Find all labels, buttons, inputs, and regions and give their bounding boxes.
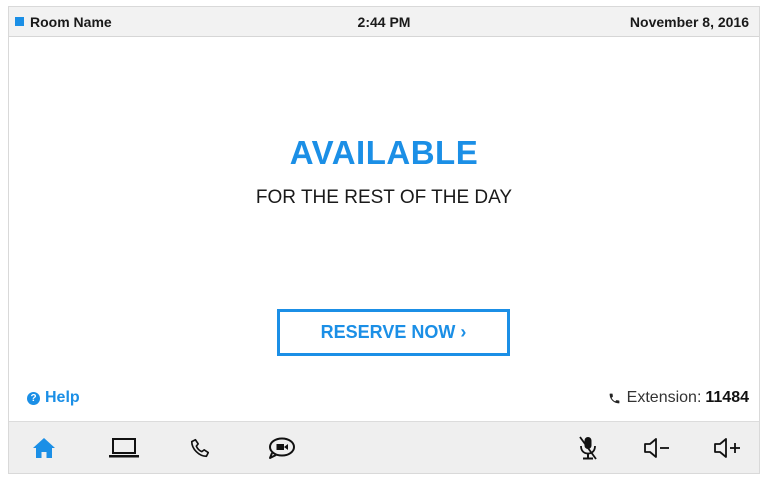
volume-up-button[interactable] <box>703 422 753 474</box>
reserve-now-button[interactable]: RESERVE NOW › <box>277 309 510 356</box>
microphone-mute-button[interactable] <box>563 422 613 474</box>
help-link[interactable]: ? Help <box>27 389 80 407</box>
phone-small-icon <box>608 392 621 405</box>
availability-detail: FOR THE REST OF THE DAY <box>255 187 513 208</box>
bottom-toolbar <box>9 421 759 473</box>
room-panel: Room Name 2:44 PM November 8, 2016 AVAIL… <box>8 6 760 474</box>
status-bar: Room Name 2:44 PM November 8, 2016 <box>9 7 759 37</box>
main-content: AVAILABLE FOR THE REST OF THE DAY RESERV… <box>9 37 759 419</box>
volume-down-icon <box>644 438 669 458</box>
availability-status: AVAILABLE <box>289 134 479 171</box>
phone-icon <box>190 438 210 458</box>
video-chat-button[interactable] <box>257 422 307 474</box>
room-name: Room Name <box>30 13 112 30</box>
extension-info: Extension: 11484 <box>608 389 749 407</box>
extension-label: Extension: <box>626 389 702 406</box>
phone-button[interactable] <box>175 422 225 474</box>
mic-muted-icon <box>579 436 597 460</box>
help-label: Help <box>45 389 80 406</box>
laptop-icon <box>109 438 139 458</box>
room-color-square-icon <box>15 17 24 26</box>
volume-down-button[interactable] <box>633 422 683 474</box>
laptop-button[interactable] <box>99 422 149 474</box>
extension-number: 11484 <box>705 389 749 406</box>
current-date: November 8, 2016 <box>629 13 749 30</box>
volume-up-icon <box>714 438 740 458</box>
home-icon <box>33 438 55 458</box>
help-icon: ? <box>27 391 40 405</box>
video-chat-icon <box>269 437 295 459</box>
home-button[interactable] <box>19 422 69 474</box>
room-name-area: Room Name <box>9 14 269 30</box>
current-time: 2:44 PM <box>357 13 411 30</box>
